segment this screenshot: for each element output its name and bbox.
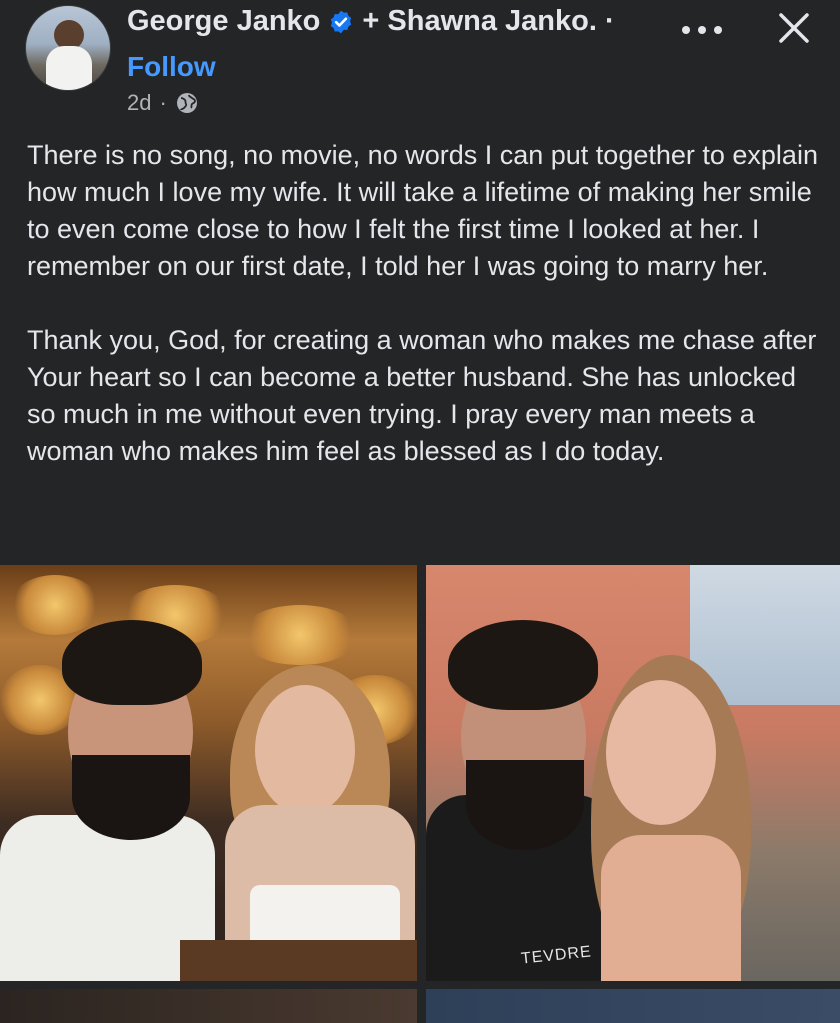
more-dot <box>714 26 722 34</box>
man-beard <box>466 760 584 850</box>
follow-button[interactable]: Follow <box>127 51 216 83</box>
table-edge <box>180 940 417 981</box>
more-options-icon[interactable] <box>682 18 722 42</box>
close-icon[interactable] <box>774 8 814 48</box>
photo-next-left[interactable] <box>0 989 417 1023</box>
verified-badge-icon <box>331 10 352 33</box>
woman-shoulders <box>601 835 741 981</box>
woman-face <box>606 680 716 825</box>
more-dot <box>682 26 690 34</box>
man-beard <box>72 755 190 840</box>
man-hair <box>62 620 202 705</box>
chandelier-light <box>10 575 100 635</box>
globe-icon[interactable] <box>175 91 199 115</box>
photo-restaurant-selfie[interactable] <box>0 565 417 981</box>
woman-face <box>255 685 355 815</box>
photo-next-right[interactable] <box>426 989 840 1023</box>
post-header: George Janko + Shawna Janko. · Follow 2d… <box>0 0 840 120</box>
author-line: George Janko + Shawna Janko. · <box>127 5 615 38</box>
author-name[interactable]: George Janko <box>127 5 320 38</box>
post-timestamp[interactable]: 2d <box>127 90 151 116</box>
photo-grid: TEVDRE <box>0 565 840 1023</box>
coauthor-name[interactable]: + Shawna Janko. · <box>362 5 614 38</box>
author-avatar[interactable] <box>25 5 111 91</box>
post-body: There is no song, no movie, no words I c… <box>27 137 827 470</box>
post-meta: 2d · <box>127 90 199 116</box>
more-dot <box>698 26 706 34</box>
avatar-shirt <box>46 46 92 90</box>
man-hair <box>448 620 598 710</box>
meta-separator: · <box>159 90 167 115</box>
post-paragraph: There is no song, no movie, no words I c… <box>27 140 818 281</box>
chandelier-light <box>240 605 360 665</box>
post-paragraph: Thank you, God, for creating a woman who… <box>27 325 817 466</box>
photo-street-selfie[interactable]: TEVDRE <box>426 565 840 981</box>
